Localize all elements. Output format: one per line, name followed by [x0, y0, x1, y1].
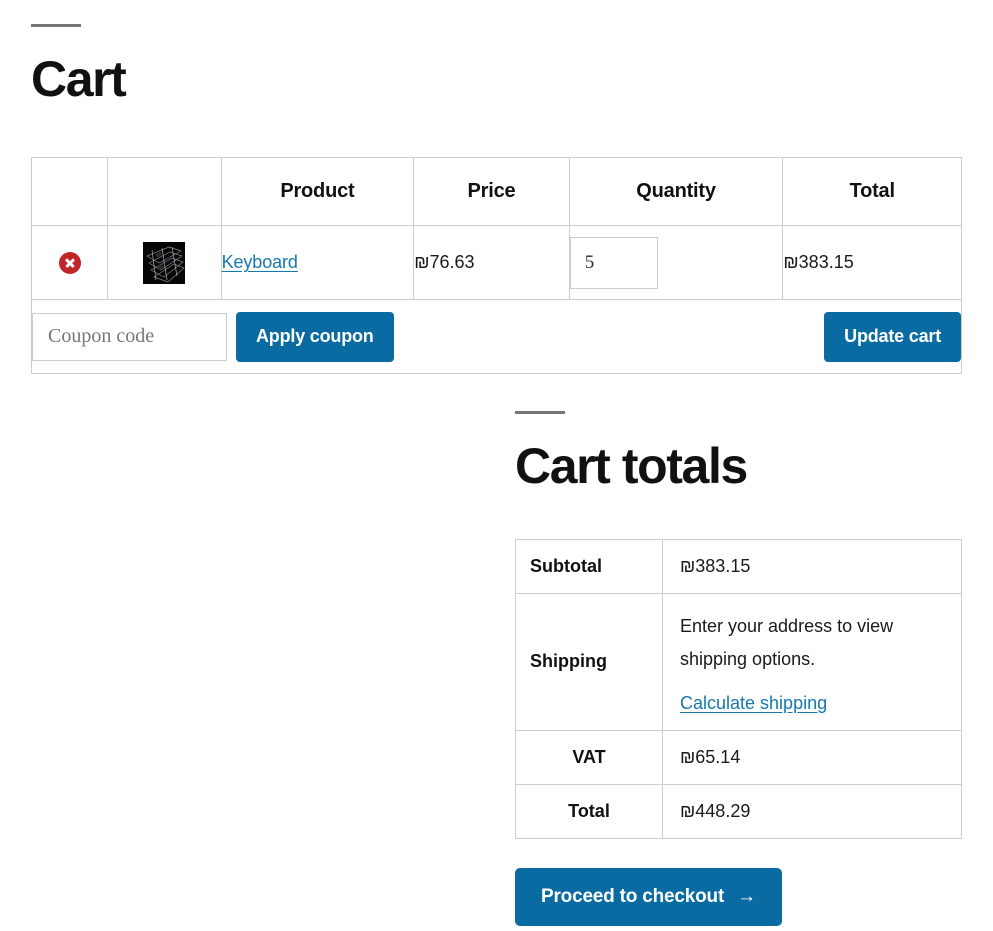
price-cell: ₪76.63 — [413, 225, 570, 300]
cart-totals-table: Subtotal ₪383.15 Shipping Enter your add… — [515, 539, 962, 839]
subtotal-label: Subtotal — [515, 539, 663, 594]
coupon-code-input[interactable]: Coupon code — [32, 312, 227, 361]
totals-row-total: Total ₪448.29 — [515, 783, 962, 839]
remove-cell — [30, 225, 109, 300]
coupon-row: Coupon code Apply coupon Update cart — [31, 299, 962, 374]
col-header-quantity: Quantity — [568, 157, 784, 226]
col-header-remove — [30, 157, 109, 226]
cart-table-header-row: Product Price Quantity Total — [30, 157, 962, 226]
coupon-cell: Coupon code Apply coupon Update cart — [31, 299, 962, 374]
vat-value: ₪65.14 — [662, 729, 962, 785]
product-cell: Keyboard — [220, 225, 415, 300]
cart-totals-title: Cart totals — [515, 438, 748, 494]
shipping-message: Enter your address to view shipping opti… — [680, 616, 894, 670]
totals-row-vat: VAT ₪65.14 — [515, 729, 962, 785]
cart-table: Product Price Quantity Total Keyboard ₪7… — [30, 157, 962, 374]
shipping-label: Shipping — [515, 593, 663, 731]
quantity-input[interactable]: 5 — [569, 236, 658, 289]
col-header-product: Product — [220, 157, 415, 226]
totals-row-subtotal: Subtotal ₪383.15 — [515, 539, 962, 594]
product-name-link[interactable]: Keyboard — [222, 252, 298, 272]
vat-label: VAT — [515, 729, 663, 785]
total-label: Total — [515, 783, 663, 839]
page-title: Cart — [31, 51, 127, 107]
col-header-price: Price — [413, 157, 570, 226]
col-header-thumbnail — [107, 157, 222, 226]
heading-rule — [31, 24, 81, 27]
coupon-placeholder: Coupon code — [48, 325, 155, 347]
calculate-shipping-link[interactable]: Calculate shipping — [680, 693, 827, 713]
totals-heading-rule — [515, 411, 565, 414]
checkout-button-label: Proceed to checkout — [541, 885, 725, 907]
totals-row-shipping: Shipping Enter your address to view ship… — [515, 593, 962, 731]
subtotal-value: ₪383.15 — [662, 539, 962, 594]
product-thumbnail-image[interactable] — [143, 241, 186, 284]
col-header-total: Total — [782, 157, 962, 226]
cart-totals-section: Cart totals Subtotal ₪383.15 Shipping En… — [515, 411, 962, 926]
total-value: ₪448.29 — [662, 783, 962, 839]
update-cart-button[interactable]: Update cart — [824, 311, 961, 362]
line-total-cell: ₪383.15 — [782, 225, 962, 300]
remove-item-icon[interactable] — [58, 251, 81, 274]
shipping-value: Enter your address to view shipping opti… — [662, 593, 962, 731]
quantity-cell: 5 — [568, 225, 784, 300]
cart-item-row: Keyboard ₪76.63 5 ₪383.15 — [30, 225, 962, 300]
arrow-right-icon: → — [737, 886, 756, 908]
thumbnail-cell — [107, 225, 222, 300]
apply-coupon-button[interactable]: Apply coupon — [236, 311, 394, 362]
quantity-value: 5 — [584, 251, 595, 273]
cart-section: Cart Product Price Quantity Total Keyboa… — [30, 24, 962, 374]
proceed-to-checkout-button[interactable]: Proceed to checkout → — [515, 867, 782, 926]
